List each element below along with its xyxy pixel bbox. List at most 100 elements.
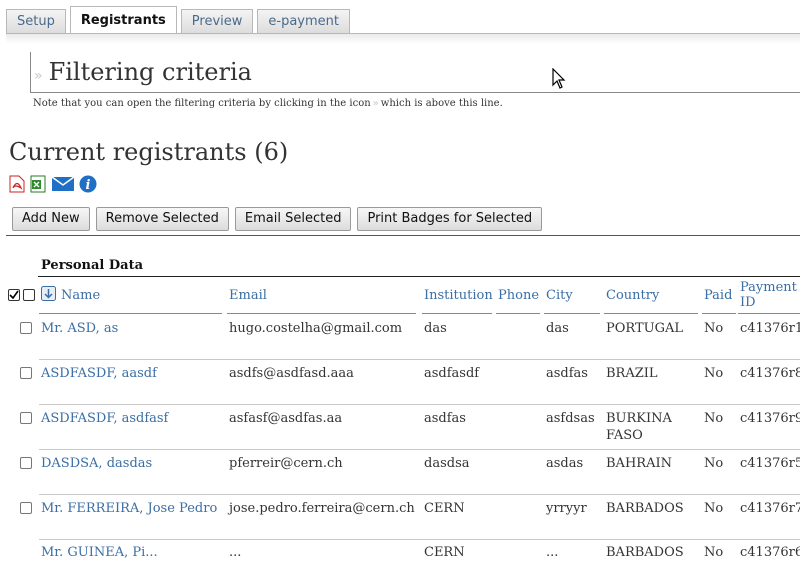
paid-cell: No (704, 545, 724, 560)
country-header-underline (604, 313, 698, 314)
paid-cell: No (704, 501, 724, 516)
paid-header-underline (702, 313, 736, 314)
column-header-country[interactable]: Country (606, 288, 659, 303)
panel-shadow (6, 34, 800, 44)
institution-cell: dasdsa (424, 456, 470, 471)
column-header-payment-id[interactable]: Payment ID (740, 280, 797, 310)
phone-header-underline (496, 313, 540, 314)
city-cell: yrryyr (546, 501, 587, 516)
filter-criteria-toggle[interactable]: » Filtering criteria (34, 58, 252, 86)
column-header-city[interactable]: City (546, 288, 573, 303)
tab-preview[interactable]: Preview (180, 9, 254, 34)
email-cell: hugo.costelha@gmail.com (229, 321, 403, 336)
filter-note-after: which is above this line. (380, 98, 503, 109)
country-cell: BARBADOS (606, 501, 684, 516)
row-separator (39, 494, 800, 495)
city-header-underline (544, 313, 600, 314)
institution-cell: asdfas (424, 411, 466, 426)
column-header-payment-id-line1: Payment (740, 280, 797, 295)
payment-id-cell: c41376r6 (740, 545, 800, 560)
email-cell: jose.pedro.ferreira@cern.ch (229, 501, 415, 516)
registrant-name-link[interactable]: Mr. GUINEA, Pi... (41, 544, 158, 561)
row-checkbox[interactable] (20, 457, 32, 469)
payment-id-cell: c41376r1 (740, 321, 800, 336)
row-checkbox[interactable] (20, 502, 32, 514)
city-cell: ... (546, 545, 559, 560)
tab-registrants[interactable]: Registrants (69, 6, 177, 35)
personal-data-underline (38, 276, 800, 277)
row-separator (39, 539, 800, 540)
country-cell: PORTUGAL (606, 321, 683, 336)
payment-id-cell: c41376r8 (740, 366, 800, 381)
email-cell: asdfs@asdfasd.aaa (229, 366, 354, 381)
country-cell: BARBADOS (606, 545, 684, 560)
country-cell: BRAZIL (606, 366, 658, 381)
paid-cell: No (704, 411, 724, 426)
payment-id-cell: c41376r5 (740, 456, 800, 471)
email-selected-button[interactable]: Email Selected (234, 207, 352, 231)
country-line1: BURKINA (606, 411, 672, 426)
print-badges-button[interactable]: Print Badges for Selected (357, 207, 543, 231)
column-header-name[interactable]: Name (61, 288, 100, 303)
paid-cell: No (704, 321, 724, 336)
sort-down-icon[interactable] (41, 286, 56, 301)
checkmark-icon (9, 290, 19, 300)
filter-title: Filtering criteria (48, 58, 252, 86)
registrant-name-link[interactable]: Mr. FERREIRA, Jose Pedro (41, 500, 217, 517)
personal-data-header: Personal Data (41, 258, 144, 273)
registrant-name-link[interactable]: DASDSA, dasdas (41, 455, 152, 472)
payment-id-cell: c41376r9 (740, 411, 800, 426)
email-cell: pferreir@cern.ch (229, 456, 343, 471)
info-icon[interactable]: i (79, 175, 97, 193)
row-separator (39, 449, 800, 450)
filter-note: Note that you can open the filtering cri… (33, 98, 503, 109)
row-checkbox[interactable] (20, 367, 32, 379)
payment-id-cell: c41376r7 (740, 501, 800, 516)
institution-cell: CERN (424, 501, 465, 516)
section-divider (6, 235, 800, 236)
excel-icon[interactable] (29, 175, 47, 193)
remove-selected-button[interactable]: Remove Selected (95, 207, 229, 231)
row-separator (39, 404, 800, 405)
column-header-paid[interactable]: Paid (704, 288, 732, 303)
paid-cell: No (704, 366, 724, 381)
row-checkbox[interactable] (20, 322, 32, 334)
action-buttons: Add New Remove Selected Email Selected P… (12, 207, 543, 231)
tab-setup[interactable]: Setup (6, 9, 66, 34)
city-cell: asfdsas (546, 411, 595, 426)
pdf-icon[interactable] (8, 175, 26, 193)
chevron-right-icon: » (34, 68, 43, 84)
export-icons: i (8, 175, 97, 193)
select-none-checkbox[interactable] (23, 289, 35, 301)
registrant-name-link[interactable]: Mr. ASD, as (41, 320, 118, 337)
country-cell: BAHRAIN (606, 456, 672, 471)
svg-text:i: i (86, 178, 91, 193)
row-separator (39, 359, 800, 360)
name-header-underline (39, 313, 222, 314)
column-header-email[interactable]: Email (229, 288, 267, 303)
email-cell: ... (229, 545, 242, 560)
country-cell: BURKINA FASO (606, 410, 672, 444)
city-cell: asdas (546, 456, 584, 471)
email-icon[interactable] (50, 175, 76, 193)
row-checkbox[interactable] (20, 412, 32, 424)
city-cell: das (546, 321, 569, 336)
institution-cell: asdfasdf (424, 366, 480, 381)
country-line2: FASO (606, 428, 643, 443)
paid-cell: No (704, 456, 724, 471)
email-cell: asfasf@asdfas.aa (229, 411, 343, 426)
registrant-name-link[interactable]: ASDFASDF, aasdf (41, 365, 157, 382)
column-header-institution[interactable]: Institution (424, 288, 493, 303)
column-header-phone[interactable]: Phone (498, 288, 539, 303)
select-all-checkbox[interactable] (8, 289, 20, 301)
city-cell: asdfas (546, 366, 588, 381)
institution-cell: das (424, 321, 447, 336)
column-header-payment-id-line2: ID (740, 295, 756, 310)
institution-header-underline (422, 313, 492, 314)
email-header-underline (227, 313, 416, 314)
institution-cell: CERN (424, 545, 465, 560)
add-new-button[interactable]: Add New (12, 207, 90, 231)
registrant-name-link[interactable]: ASDFASDF, asdfasf (41, 410, 168, 427)
tab-e-payment[interactable]: e-payment (257, 9, 350, 34)
chevron-right-icon: » (372, 98, 379, 109)
